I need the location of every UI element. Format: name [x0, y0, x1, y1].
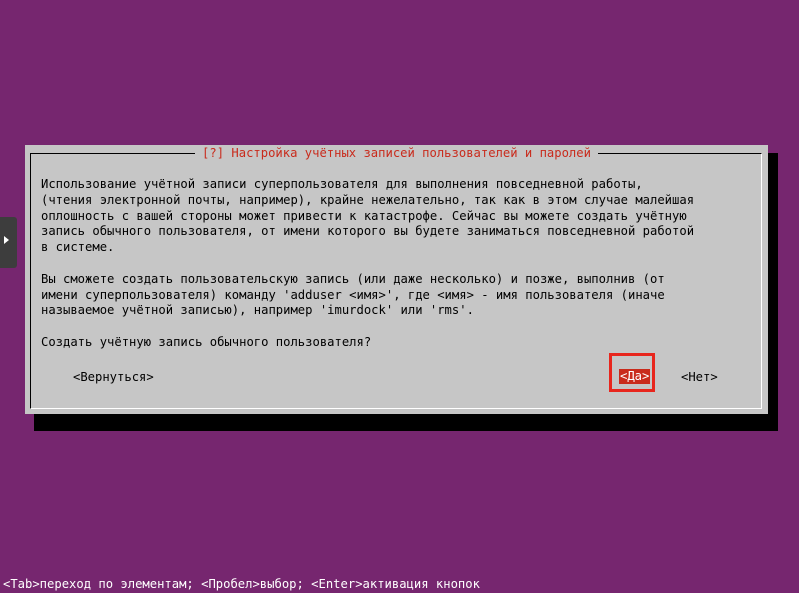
question-text: Создать учётную запись обычного пользова…	[41, 334, 372, 349]
yes-button-highlight: <Да>	[609, 353, 655, 392]
side-panel-tab[interactable]	[0, 217, 17, 268]
no-button[interactable]: <Нет>	[681, 370, 718, 385]
yes-button[interactable]: <Да>	[619, 369, 651, 384]
keyboard-hint-bar: <Tab>переход по элементам; <Пробел>выбор…	[3, 577, 480, 591]
dialog-body: Использование учётной записи суперпользо…	[41, 177, 756, 351]
paragraph-2: Вы сможете создать пользовательскую запи…	[41, 271, 665, 318]
dialog-title: [?] Настройка учётных записей пользовате…	[195, 146, 598, 160]
dialog: [?] Настройка учётных записей пользовате…	[25, 145, 768, 414]
paragraph-1: Использование учётной записи суперпользо…	[41, 177, 695, 255]
triangle-right-icon	[4, 236, 9, 244]
dialog-title-row: [?] Настройка учётных записей пользовате…	[25, 145, 768, 161]
back-button[interactable]: <Вернуться>	[73, 370, 154, 385]
